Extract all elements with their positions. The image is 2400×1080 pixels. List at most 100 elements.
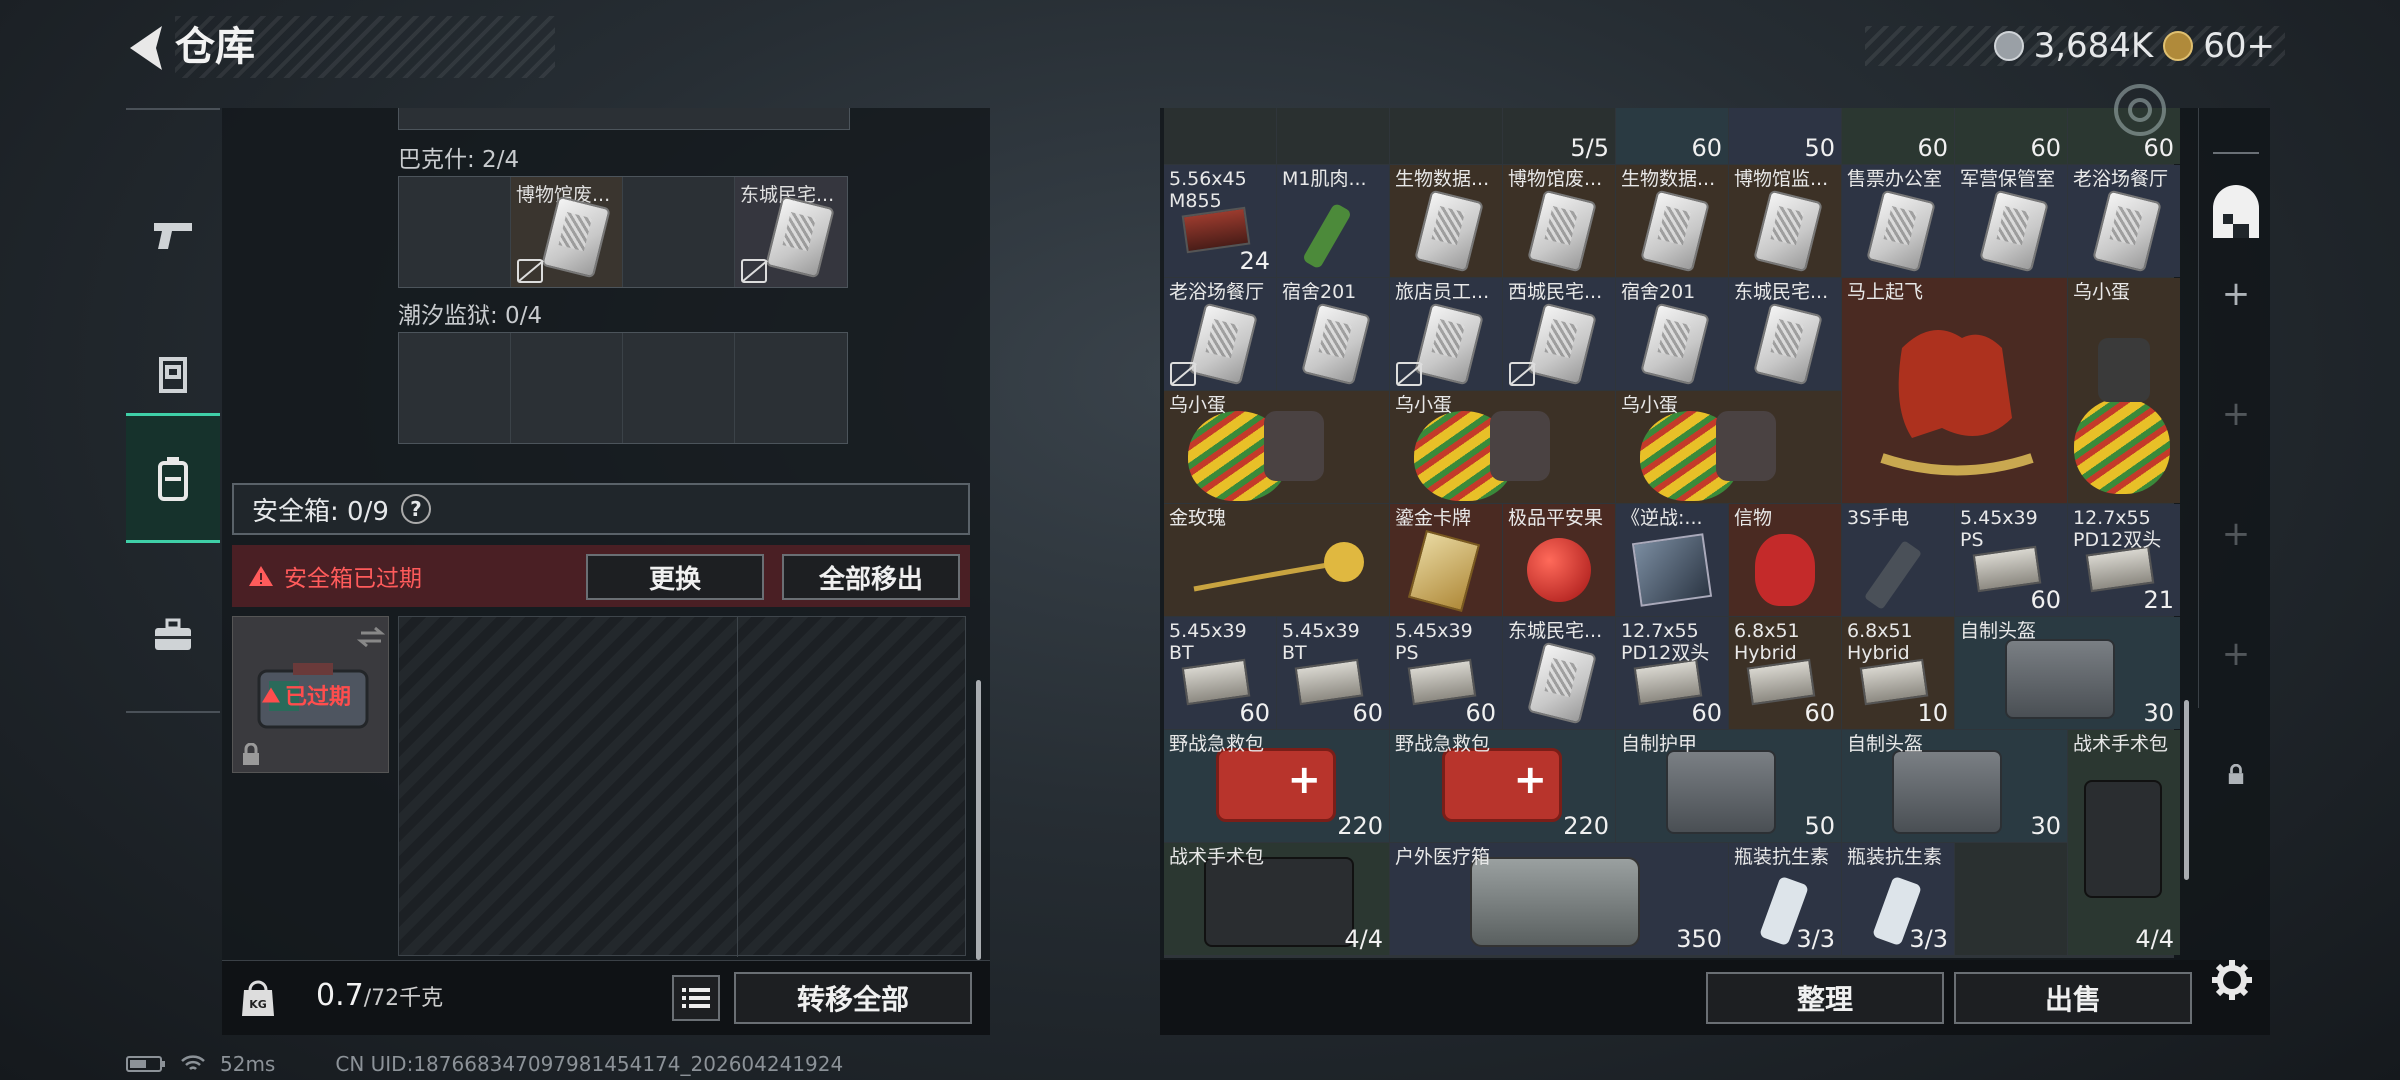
inventory-cell[interactable] [1164,108,1276,164]
add-tab-plus-icon[interactable]: + [2199,634,2273,674]
weight-max: /72千克 [363,986,444,1011]
inventory-cell[interactable] [1277,108,1389,164]
safe-case-slot[interactable]: 已过期 [232,616,389,773]
inventory-cell[interactable]: 60 [1842,108,1954,164]
replace-button[interactable]: 更换 [586,554,764,600]
inventory-item[interactable]: 宿舍201 [1616,278,1728,390]
nav-backpack[interactable] [126,413,220,543]
inventory-item[interactable]: 老浴场餐厅 [1164,278,1276,390]
inventory-item[interactable]: 旅店员工... [1390,278,1502,390]
gear-icon[interactable] [2210,958,2254,1002]
inventory-cell[interactable]: 60 [1616,108,1728,164]
inventory-item[interactable]: 自制头盔 30 [1955,617,2180,729]
empty-slot[interactable] [623,177,735,287]
storage-icon[interactable] [2209,152,2263,244]
case-expired-label: 已过期 [261,679,351,711]
inventory-item[interactable]: 6.8x51 Hybrid 10 [1842,617,1954,729]
add-tab-plus-icon[interactable]: + [2199,514,2273,554]
inventory-item[interactable]: 博物馆废... [1503,165,1615,277]
weight-readout: 0.7/72千克 [316,978,443,1013]
inventory-item[interactable]: 5.45x39 PS 60 [1390,617,1502,729]
lock-icon [243,743,259,765]
inventory-item[interactable]: 乌小蛋 [2068,278,2180,503]
empty-slot[interactable] [623,333,735,443]
move-all-out-button[interactable]: 全部移出 [782,554,960,600]
empty-slot[interactable] [399,177,511,287]
empty-slot[interactable] [511,333,623,443]
inventory-item[interactable]: 户外医疗箱 350 [1390,843,1728,955]
currency-bar: 3,684K 60+ [1865,26,2285,66]
warning-icon [262,687,280,703]
inventory-item[interactable]: 东城民宅... [1503,617,1615,729]
inventory-item[interactable]: 5.56x45 M855 24 [1164,165,1276,277]
inventory-item[interactable]: 老浴场餐厅 [2068,165,2180,277]
nav-weapons[interactable] [126,170,220,300]
inventory-item[interactable]: M1肌肉... [1277,165,1389,277]
safebox-label: 安全箱: 0/9 [252,496,389,527]
status-bar: 52ms CN UID:187668347097981454174_202604… [126,1052,843,1076]
inventory-item[interactable]: 生物数据... [1616,165,1728,277]
inventory-item[interactable]: 5.45x39 BT 60 [1277,617,1389,729]
inventory-cell[interactable]: 60 [1955,108,2067,164]
inventory-item[interactable]: 12.7x55 PD12双头 21 [2068,504,2180,616]
swap-icon[interactable] [357,625,385,649]
sell-button[interactable]: 出售 [1954,972,2192,1024]
slot-row-top-partial [398,108,850,130]
left-scrollbar[interactable] [976,680,981,960]
safebox-grid[interactable] [398,616,966,957]
empty-slot[interactable] [735,333,847,443]
no-sell-icon [1396,362,1422,386]
inventory-item[interactable]: 生物数据... [1390,165,1502,277]
inventory-item[interactable]: 极品平安果 [1503,504,1615,616]
inventory-item[interactable]: 瓶装抗生素 3/3 [1842,843,1954,955]
inventory-item[interactable]: 售票办公室 [1842,165,1954,277]
bakeshi-item-2[interactable]: 东城民宅... [735,177,847,287]
inventory-item[interactable]: 马上起飞 [1842,278,2067,503]
add-tab-plus-icon[interactable]: + [2199,274,2273,314]
inventory-item[interactable]: 军营保管室 [1955,165,2067,277]
transfer-all-button[interactable]: 转移全部 [734,972,972,1024]
inventory-item[interactable]: 3S手电 [1842,504,1954,616]
weight-icon: KG [242,980,274,1016]
help-icon[interactable]: ? [400,494,431,524]
inventory-item[interactable]: 战术手术包 4/4 [1164,843,1389,955]
inventory-item[interactable]: 野战急救包220 [1390,730,1615,842]
inventory-item[interactable]: 乌小蛋 [1390,391,1615,503]
wifi-icon [181,1055,205,1070]
inventory-item[interactable]: 宿舍201 [1277,278,1389,390]
inventory-cell[interactable]: 5/5 [1503,108,1615,164]
inventory-item[interactable]: 信物 [1729,504,1841,616]
inventory-cell[interactable]: 50 [1729,108,1841,164]
inventory-item[interactable]: 博物馆监... [1729,165,1841,277]
inventory-item[interactable]: 12.7x55 PD12双头 60 [1616,617,1728,729]
battery-icon [126,1056,165,1072]
inventory-item[interactable]: 自制护甲 50 [1616,730,1841,842]
inventory-item[interactable]: 西城民宅... [1503,278,1615,390]
inventory-cell[interactable] [1955,843,2067,955]
inventory-item[interactable]: 鎏金卡牌 [1390,504,1502,616]
inventory-item[interactable]: 战术手术包 4/4 [2068,730,2180,955]
injector-icon [1301,202,1353,270]
inventory-cell[interactable] [1390,108,1502,164]
inventory-item[interactable]: 东城民宅... [1729,278,1841,390]
inventory-item[interactable]: 《逆战:... [1616,504,1728,616]
inventory-item[interactable]: 金玫瑰 [1164,504,1389,616]
inventory-item[interactable]: 5.45x39 PS 60 [1955,504,2067,616]
inventory-item[interactable]: 乌小蛋 [1616,391,1841,503]
empty-slot[interactable] [399,333,511,443]
inventory-item[interactable]: 自制头盔 30 [1842,730,2067,842]
inventory-item[interactable]: 6.8x51 Hybrid 60 [1729,617,1841,729]
inventory-item[interactable]: 野战急救包220 [1164,730,1389,842]
inventory-item[interactable]: 乌小蛋 [1164,391,1389,503]
sort-button[interactable]: 整理 [1706,972,1944,1024]
inventory-item[interactable]: 瓶装抗生素 3/3 [1729,843,1841,955]
list-view-button[interactable] [672,975,720,1021]
keycard-icon [1866,189,1936,273]
bakeshi-item-1[interactable]: 博物馆废... [511,177,623,287]
inventory-item[interactable]: 5.45x39 BT 60 [1164,617,1276,729]
back-button[interactable] [122,20,172,76]
add-tab-plus-icon[interactable]: + [2199,394,2273,434]
nav-toolbox[interactable] [126,570,220,700]
inventory-scrollbar[interactable] [2184,700,2189,880]
warning-icon [249,566,273,586]
